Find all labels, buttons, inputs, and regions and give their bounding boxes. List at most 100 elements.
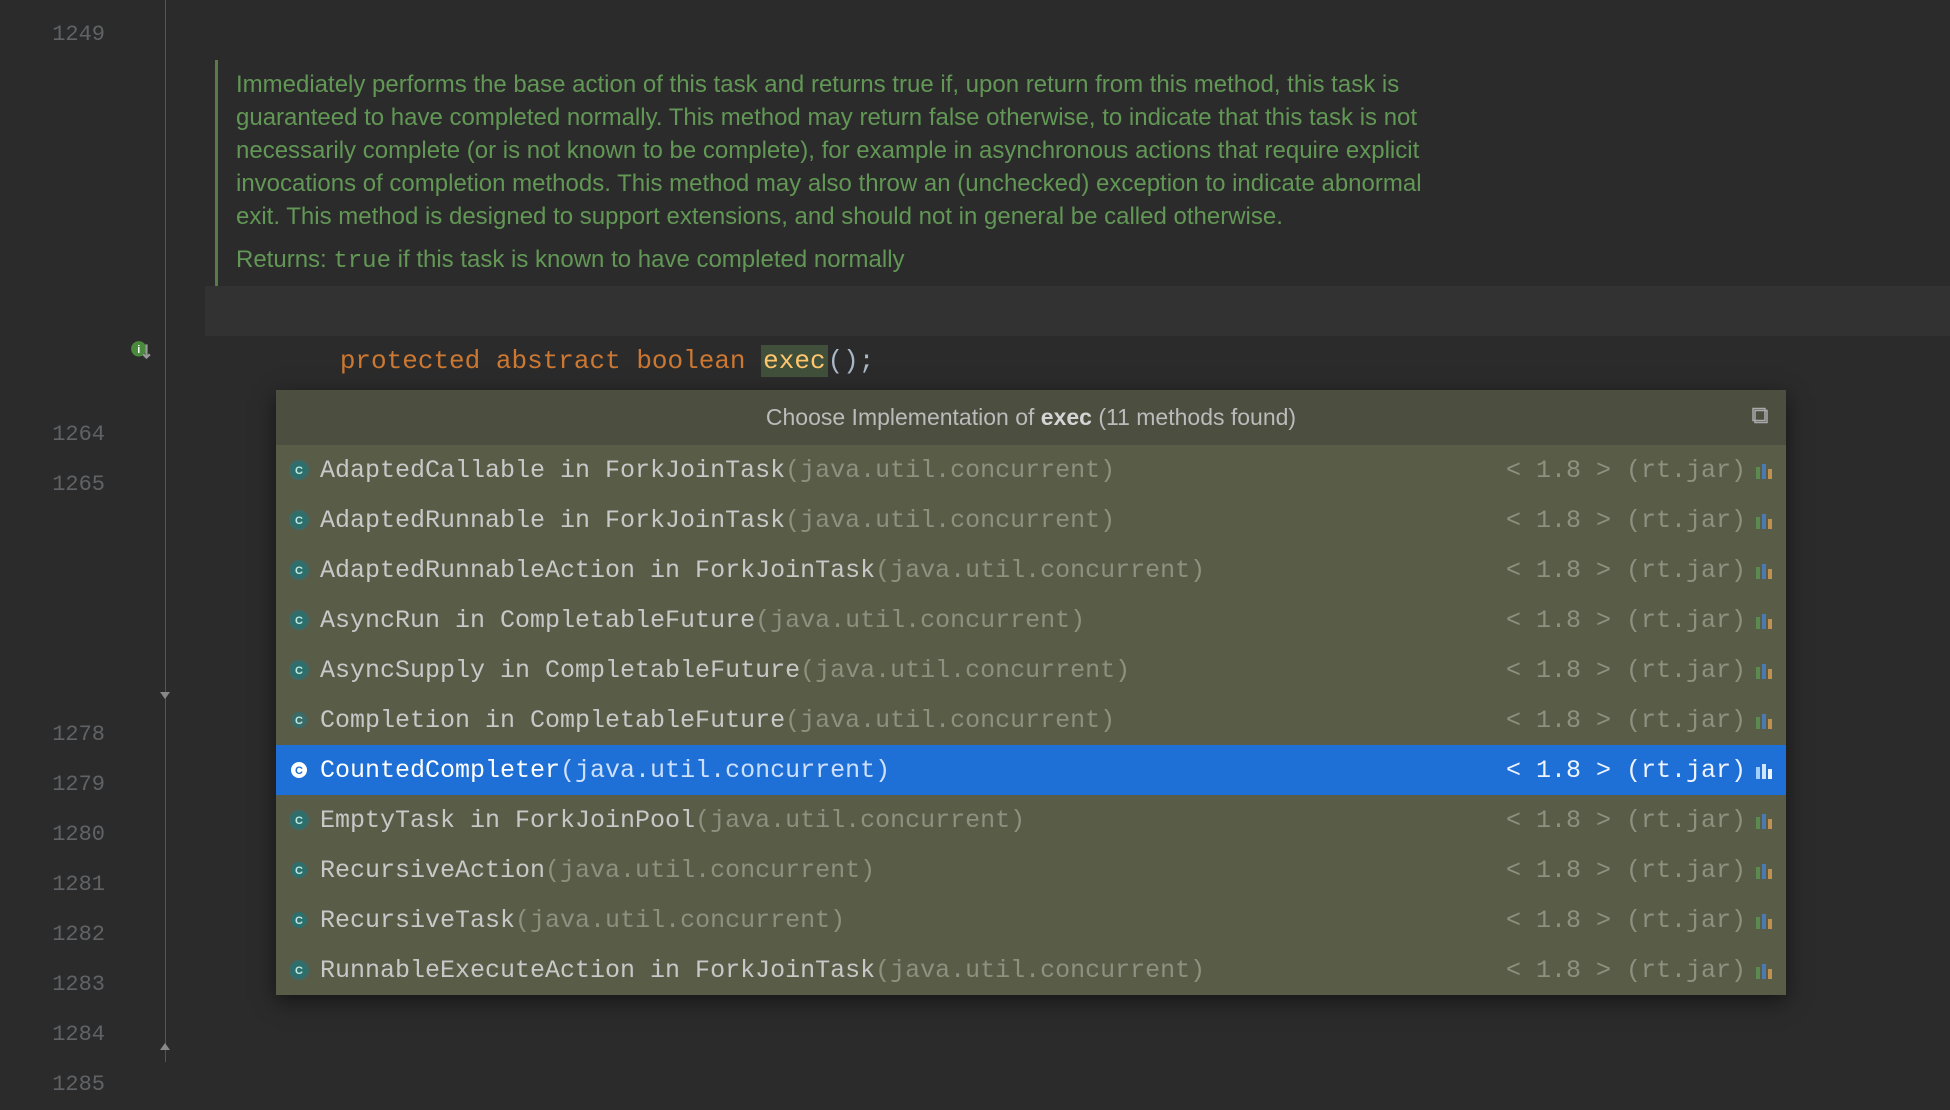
version-label: < 1.8 > (rt.jar) [1506,856,1746,885]
line-number: 1283 [0,960,105,1010]
svg-text:C: C [295,815,303,827]
implementation-item[interactable]: C RecursiveTask (java.util.concurrent) < 1… [276,895,1786,945]
class-name: RunnableExecuteAction in ForkJoinTask [320,956,875,985]
method-name-exec[interactable]: exec [761,345,827,377]
package-label: (java.util.concurrent) [755,606,1085,635]
fold-marker-icon[interactable] [158,1040,172,1059]
version-label: < 1.8 > (rt.jar) [1506,706,1746,735]
library-icon [1754,860,1774,880]
package-label: (java.util.concurrent) [545,856,875,885]
line-number [0,60,105,110]
library-icon [1754,810,1774,830]
svg-text:C: C [295,715,303,727]
svg-text:C: C [295,565,303,577]
package-label: (java.util.concurrent) [515,906,845,935]
library-icon [1754,660,1774,680]
line-number: 1278 [0,710,105,760]
implementation-item[interactable]: CAsyncSupply in CompletableFuture (java.… [276,645,1786,695]
line-number [0,510,105,560]
class-icon: C [288,859,310,881]
line-number: 1249 [0,10,105,60]
svg-text:C: C [295,915,303,927]
line-number: 1279 [0,760,105,810]
class-icon: C [288,559,310,581]
javadoc-body: Immediately performs the base action of … [236,68,1457,233]
class-icon: C [288,809,310,831]
class-icon: C [288,909,310,931]
class-name: EmptyTask in ForkJoinPool [320,806,695,835]
class-icon: C [288,959,310,981]
version-label: < 1.8 > (rt.jar) [1506,756,1746,785]
svg-text:C: C [295,965,303,977]
svg-text:C: C [295,765,303,777]
library-icon [1754,910,1774,930]
version-label: < 1.8 > (rt.jar) [1506,906,1746,935]
library-icon [1754,460,1774,480]
class-icon: C [288,709,310,731]
version-label: < 1.8 > (rt.jar) [1506,806,1746,835]
line-number [0,660,105,710]
implementation-item[interactable]: C AsyncRun in CompletableFuture (java.uti… [276,595,1786,645]
package-label: (java.util.concurrent) [785,506,1115,535]
implementation-item[interactable]: C Completion in CompletableFuture (java.u… [276,695,1786,745]
implementation-item[interactable]: C CountedCompleter (java.util.concurrent)… [276,745,1786,795]
package-label: (java.util.concurrent) [785,456,1115,485]
javadoc-returns: Returns: true if this task is known to h… [236,243,1457,278]
implementation-item[interactable]: C RecursiveAction (java.util.concurrent) <… [276,845,1786,895]
package-label: (java.util.concurrent) [875,956,1205,985]
line-number: 1264 [0,410,105,460]
svg-text:C: C [295,865,303,877]
line-number [0,360,105,410]
library-icon [1754,710,1774,730]
line-number [0,260,105,310]
library-icon [1754,560,1774,580]
library-icon [1754,610,1774,630]
line-number-gutter: 1249126412651278127912801281128212831284… [0,0,125,1062]
line-number: 1285 [0,1060,105,1110]
implementation-item[interactable]: C AdaptedRunnable in ForkJoinTask (java.u… [276,495,1786,545]
version-label: < 1.8 > (rt.jar) [1506,506,1746,535]
library-icon [1754,960,1774,980]
class-name: RecursiveTask [320,906,515,935]
popup-title: Choose Implementation of exec (11 method… [276,390,1786,445]
method-declaration-line[interactable]: protected abstract boolean exec(); [205,286,1950,336]
implementation-item[interactable]: CAdaptedRunnableAction in ForkJoinTask (… [276,545,1786,595]
library-icon [1754,510,1774,530]
line-number [0,560,105,610]
class-icon: C [288,509,310,531]
class-name: Completion in CompletableFuture [320,706,785,735]
package-label: (java.util.concurrent) [875,556,1205,585]
version-label: < 1.8 > (rt.jar) [1506,556,1746,585]
class-name: AdaptedRunnable in ForkJoinTask [320,506,785,535]
implementation-item[interactable]: C AdaptedCallable in ForkJoinTask (java.u… [276,445,1786,495]
package-label: (java.util.concurrent) [785,706,1115,735]
version-label: < 1.8 > (rt.jar) [1506,656,1746,685]
implementation-list: C AdaptedCallable in ForkJoinTask (java.u… [276,445,1786,995]
class-name: AdaptedCallable in ForkJoinTask [320,456,785,485]
overriding-method-gutter-icon[interactable]: i [130,340,152,368]
pin-icon[interactable] [1752,404,1770,431]
package-label: (java.util.concurrent) [695,806,1025,835]
line-number: 1280 [0,810,105,860]
svg-text:i: i [137,344,140,356]
implementation-item[interactable]: C RunnableExecuteAction in ForkJoinTask (… [276,945,1786,995]
svg-text:C: C [295,615,303,627]
class-name: AsyncSupply in CompletableFuture [320,656,800,685]
package-label: (java.util.concurrent) [560,756,890,785]
class-icon: C [288,759,310,781]
javadoc-block: Immediately performs the base action of … [215,60,1475,286]
fold-marker-icon[interactable] [158,688,172,707]
line-number: 1284 [0,1010,105,1060]
class-name: RecursiveAction [320,856,545,885]
line-number [0,610,105,660]
class-name: CountedCompleter [320,756,560,785]
class-icon: C [288,459,310,481]
library-icon [1754,760,1774,780]
implementation-item[interactable]: C EmptyTask in ForkJoinPool (java.util.co… [276,795,1786,845]
choose-implementation-popup: Choose Implementation of exec (11 method… [276,390,1786,995]
line-number [0,160,105,210]
class-name: AsyncRun in CompletableFuture [320,606,755,635]
line-number [0,110,105,160]
fold-gutter [125,0,205,1062]
svg-text:C: C [295,465,303,477]
